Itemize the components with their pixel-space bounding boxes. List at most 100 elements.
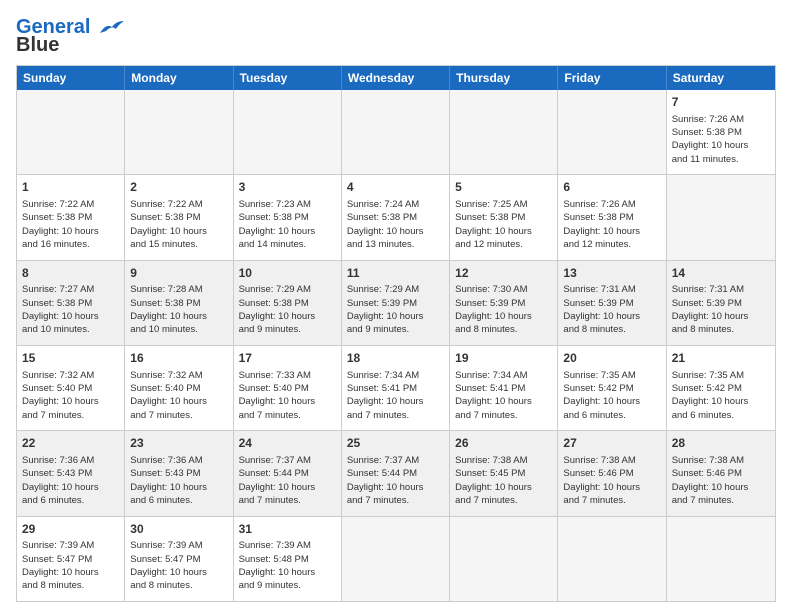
day-header-sunday: Sunday xyxy=(17,66,125,90)
day-info-line: Daylight: 10 hours xyxy=(130,310,227,323)
day-cell-16: 16Sunrise: 7:32 AMSunset: 5:40 PMDayligh… xyxy=(125,346,233,430)
day-number: 15 xyxy=(22,350,119,367)
day-info-line: and 9 minutes. xyxy=(239,579,336,592)
day-info-line: and 12 minutes. xyxy=(563,238,660,251)
day-info-line: Sunset: 5:48 PM xyxy=(239,553,336,566)
day-info-line: Sunrise: 7:38 AM xyxy=(563,454,660,467)
day-info-line: and 7 minutes. xyxy=(239,494,336,507)
day-info-line: Daylight: 10 hours xyxy=(22,310,119,323)
day-info-line: Daylight: 10 hours xyxy=(672,395,770,408)
day-number: 12 xyxy=(455,265,552,282)
day-info-line: Sunrise: 7:25 AM xyxy=(455,198,552,211)
day-number: 5 xyxy=(455,179,552,196)
day-number: 1 xyxy=(22,179,119,196)
day-number: 19 xyxy=(455,350,552,367)
day-info-line: Sunset: 5:40 PM xyxy=(239,382,336,395)
day-info-line: and 11 minutes. xyxy=(672,153,770,166)
day-info-line: Daylight: 10 hours xyxy=(672,310,770,323)
week-row-2: 8Sunrise: 7:27 AMSunset: 5:38 PMDaylight… xyxy=(17,261,775,346)
day-info-line: Sunset: 5:38 PM xyxy=(672,126,770,139)
day-header-wednesday: Wednesday xyxy=(342,66,450,90)
day-header-friday: Friday xyxy=(558,66,666,90)
day-info-line: and 7 minutes. xyxy=(347,494,444,507)
day-info-line: Sunrise: 7:26 AM xyxy=(563,198,660,211)
day-header-tuesday: Tuesday xyxy=(234,66,342,90)
day-number: 17 xyxy=(239,350,336,367)
calendar-body: 7Sunrise: 7:26 AMSunset: 5:38 PMDaylight… xyxy=(17,90,775,601)
day-info-line: and 12 minutes. xyxy=(455,238,552,251)
day-info-line: Sunset: 5:44 PM xyxy=(239,467,336,480)
day-cell-1: 1Sunrise: 7:22 AMSunset: 5:38 PMDaylight… xyxy=(17,175,125,259)
day-number: 25 xyxy=(347,435,444,452)
day-info-line: Sunrise: 7:31 AM xyxy=(563,283,660,296)
day-info-line: and 7 minutes. xyxy=(455,409,552,422)
day-info-line: and 8 minutes. xyxy=(563,323,660,336)
day-cell-26: 26Sunrise: 7:38 AMSunset: 5:45 PMDayligh… xyxy=(450,431,558,515)
day-info-line: and 9 minutes. xyxy=(239,323,336,336)
day-cell-27: 27Sunrise: 7:38 AMSunset: 5:46 PMDayligh… xyxy=(558,431,666,515)
day-info-line: Daylight: 10 hours xyxy=(455,310,552,323)
day-info-line: Sunset: 5:41 PM xyxy=(347,382,444,395)
day-number: 30 xyxy=(130,521,227,538)
day-info-line: Daylight: 10 hours xyxy=(563,225,660,238)
day-info-line: Sunrise: 7:38 AM xyxy=(672,454,770,467)
day-cell-9: 9Sunrise: 7:28 AMSunset: 5:38 PMDaylight… xyxy=(125,261,233,345)
day-number: 13 xyxy=(563,265,660,282)
day-info-line: and 7 minutes. xyxy=(22,409,119,422)
day-cell-30: 30Sunrise: 7:39 AMSunset: 5:47 PMDayligh… xyxy=(125,517,233,601)
day-info-line: Sunset: 5:38 PM xyxy=(563,211,660,224)
day-info-line: Sunrise: 7:29 AM xyxy=(239,283,336,296)
day-info-line: Sunrise: 7:26 AM xyxy=(672,113,770,126)
day-info-line: and 15 minutes. xyxy=(130,238,227,251)
day-info-line: and 8 minutes. xyxy=(130,579,227,592)
day-info-line: and 6 minutes. xyxy=(22,494,119,507)
day-number: 16 xyxy=(130,350,227,367)
day-info-line: Sunrise: 7:32 AM xyxy=(22,369,119,382)
logo-bird-icon xyxy=(98,19,126,37)
day-info-line: and 7 minutes. xyxy=(130,409,227,422)
day-number: 4 xyxy=(347,179,444,196)
day-cell-6: 6 Sunrise: 7:26 AMSunset: 5:38 PMDaylight… xyxy=(558,175,666,259)
week-row-5: 29Sunrise: 7:39 AMSunset: 5:47 PMDayligh… xyxy=(17,517,775,601)
day-info-line: and 6 minutes. xyxy=(672,409,770,422)
day-info-line: Sunset: 5:39 PM xyxy=(455,297,552,310)
day-info-line: Sunrise: 7:31 AM xyxy=(672,283,770,296)
day-info-line: Sunrise: 7:23 AM xyxy=(239,198,336,211)
day-info-line: Daylight: 10 hours xyxy=(347,310,444,323)
day-info-line: Sunrise: 7:37 AM xyxy=(239,454,336,467)
day-info-line: Sunrise: 7:39 AM xyxy=(22,539,119,552)
day-number: 11 xyxy=(347,265,444,282)
day-info-line: Daylight: 10 hours xyxy=(239,310,336,323)
day-info-line: Sunset: 5:39 PM xyxy=(347,297,444,310)
day-info-line: Sunset: 5:40 PM xyxy=(22,382,119,395)
day-info-line: Daylight: 10 hours xyxy=(239,481,336,494)
day-cell-19: 19Sunrise: 7:34 AMSunset: 5:41 PMDayligh… xyxy=(450,346,558,430)
day-cell-11: 11Sunrise: 7:29 AMSunset: 5:39 PMDayligh… xyxy=(342,261,450,345)
day-info-line: Sunset: 5:38 PM xyxy=(22,297,119,310)
day-number: 6 xyxy=(563,179,660,196)
empty-cell-0-0 xyxy=(17,90,125,174)
day-info-line: and 7 minutes. xyxy=(239,409,336,422)
day-cell-17: 17Sunrise: 7:33 AMSunset: 5:40 PMDayligh… xyxy=(234,346,342,430)
day-number: 3 xyxy=(239,179,336,196)
day-number: 20 xyxy=(563,350,660,367)
day-info-line: Daylight: 10 hours xyxy=(563,395,660,408)
day-info-line: Daylight: 10 hours xyxy=(455,395,552,408)
day-info-line: Daylight: 10 hours xyxy=(22,481,119,494)
day-info-line: Sunrise: 7:30 AM xyxy=(455,283,552,296)
day-info-line: Sunrise: 7:29 AM xyxy=(347,283,444,296)
day-info-line: Daylight: 10 hours xyxy=(563,481,660,494)
day-info-line: Sunset: 5:41 PM xyxy=(455,382,552,395)
day-info-line: Sunrise: 7:39 AM xyxy=(239,539,336,552)
day-header-saturday: Saturday xyxy=(667,66,775,90)
day-info-line: Sunset: 5:43 PM xyxy=(22,467,119,480)
day-cell-10: 10Sunrise: 7:29 AMSunset: 5:38 PMDayligh… xyxy=(234,261,342,345)
empty-cell-5-5 xyxy=(558,517,666,601)
day-cell-18: 18Sunrise: 7:34 AMSunset: 5:41 PMDayligh… xyxy=(342,346,450,430)
day-info-line: Sunrise: 7:36 AM xyxy=(130,454,227,467)
day-info-line: Sunset: 5:38 PM xyxy=(347,211,444,224)
day-cell-2: 2Sunrise: 7:22 AMSunset: 5:38 PMDaylight… xyxy=(125,175,233,259)
day-info-line: Sunset: 5:39 PM xyxy=(672,297,770,310)
day-cell-23: 23Sunrise: 7:36 AMSunset: 5:43 PMDayligh… xyxy=(125,431,233,515)
day-info-line: and 13 minutes. xyxy=(347,238,444,251)
